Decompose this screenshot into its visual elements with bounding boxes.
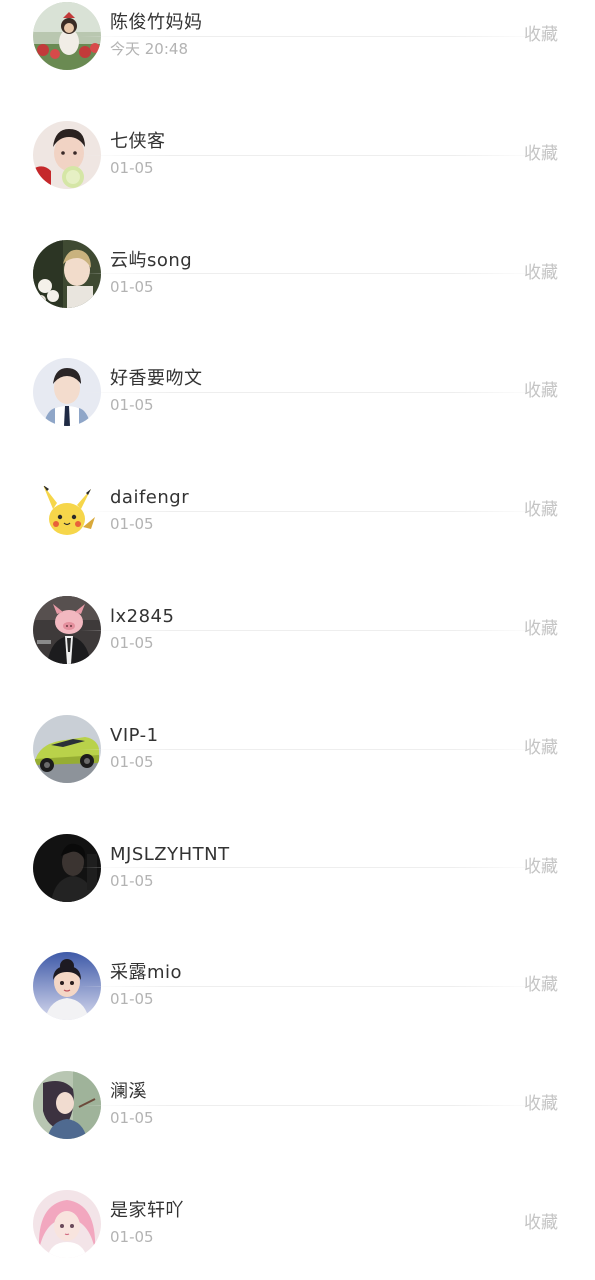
pink-hair-girl-avatar-icon[interactable] [33,1189,101,1258]
list-item[interactable]: 陈俊竹妈妈 今天 20:48 收藏 [0,0,595,70]
list-item[interactable]: lx2845 01-05 收藏 [0,512,595,664]
list-item[interactable]: 云屿song 01-05 收藏 [0,156,595,308]
user-name[interactable]: 澜溪 [110,1081,147,1103]
user-name[interactable]: 采露mio [110,962,182,984]
list-item[interactable]: 好香要吻文 01-05 收藏 [0,274,595,427]
user-list: 陈俊竹妈妈 今天 20:48 收藏 七侠客 01-05 收藏 云屿song 01… [0,0,595,1258]
list-item[interactable]: 澜溪 01-05 收藏 [0,987,595,1140]
user-name[interactable]: MJSLZYHTNT [110,844,230,866]
list-item[interactable]: VIP-1 01-05 收藏 [0,631,595,783]
user-name[interactable]: daifengr [110,487,189,509]
user-name[interactable]: 七侠客 [110,131,166,153]
list-item[interactable]: daifengr 01-05 收藏 [0,393,595,546]
user-name[interactable]: lx2845 [110,606,174,628]
timestamp: 01-05 [110,1227,154,1246]
user-name[interactable]: 好香要吻文 [110,368,203,390]
user-name[interactable]: 是家轩吖 [110,1200,184,1222]
user-name[interactable]: VIP-1 [110,725,159,747]
list-item[interactable]: 七侠客 01-05 收藏 [0,37,595,189]
user-name[interactable]: 云屿song [110,250,192,272]
list-item[interactable]: 采露mio 01-05 收藏 [0,868,595,1021]
favorite-button[interactable]: 收藏 [524,1212,558,1234]
user-name[interactable]: 陈俊竹妈妈 [110,12,203,34]
list-item[interactable]: 是家轩吖 01-05 收藏 [0,1106,595,1258]
list-item[interactable]: MJSLZYHTNT 01-05 收藏 [0,750,595,902]
